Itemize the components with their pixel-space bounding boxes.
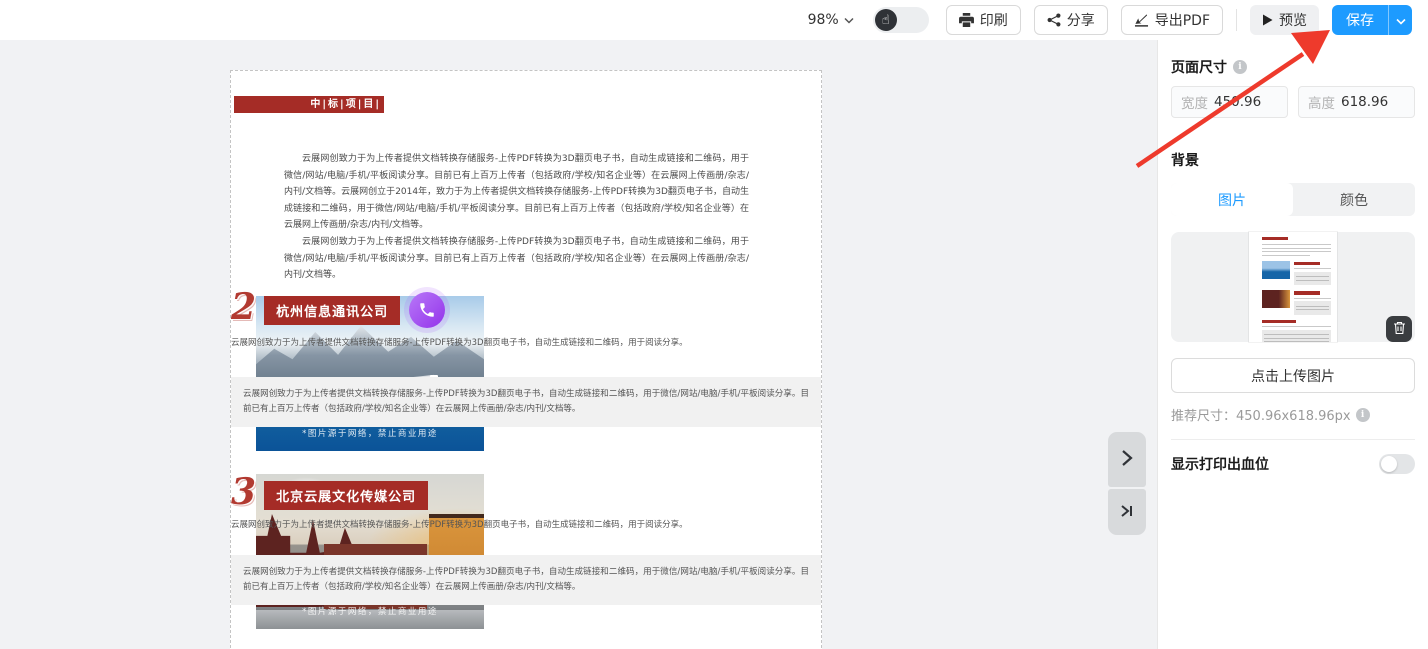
chevron-right-icon <box>1121 449 1133 470</box>
height-label: 高度 <box>1308 92 1335 112</box>
doc-paragraph-1: 云展网创致力于为上传者提供文档转换存储服务-上传PDF转换为3D翻页电子书，自动… <box>284 151 749 234</box>
section-2-lead: 云展网创致力于为上传者提供文档转换存储服务-上传PDF转换为3D翻页电子书，自动… <box>231 335 821 351</box>
printer-icon <box>959 13 974 27</box>
background-thumbnail-page <box>1249 232 1337 342</box>
bleed-setting-row: 显示打印出血位 <box>1171 454 1415 474</box>
doc-header-tag: 中|标|项|目| <box>234 96 384 113</box>
preview-button[interactable]: 预览 <box>1250 5 1319 35</box>
background-section-title: 背景 <box>1171 150 1415 170</box>
info-icon[interactable]: i <box>1356 408 1370 422</box>
section-title: 北京云展文化传媒公司 <box>264 481 428 510</box>
save-button[interactable]: 保存 <box>1332 5 1388 35</box>
section-number: 2 <box>231 289 256 325</box>
background-image-preview[interactable] <box>1171 232 1415 342</box>
section-3-lead: 云展网创致力于为上传者提供文档转换存储服务-上传PDF转换为3D翻页电子书，自动… <box>231 517 821 533</box>
photo-caption: *图片源于网络，禁止商业用途 <box>256 605 484 617</box>
zoom-select[interactable]: 98% <box>808 12 854 28</box>
page-size-label: 页面尺寸 <box>1171 57 1227 77</box>
print-button[interactable]: 印刷 <box>946 5 1021 35</box>
bleed-toggle[interactable] <box>1379 454 1415 474</box>
section-2-body: 云展网创致力于为上传者提供文档转换存储服务-上传PDF转换为3D翻页电子书，自动… <box>231 377 821 427</box>
hand-tool-toggle[interactable]: ☝ <box>873 7 929 33</box>
width-value: 450.96 <box>1214 94 1261 110</box>
section-3-body: 云展网创致力于为上传者提供文档转换存储服务-上传PDF转换为3D翻页电子书，自动… <box>231 555 821 605</box>
width-label: 宽度 <box>1181 92 1208 112</box>
phone-icon <box>404 287 450 333</box>
export-icon <box>1134 13 1149 27</box>
doc-paragraph-2: 云展网创致力于为上传者提供文档转换存储服务-上传PDF转换为3D翻页电子书，自动… <box>284 234 749 284</box>
save-dropdown-button[interactable] <box>1388 5 1412 35</box>
upload-image-button[interactable]: 点击上传图片 <box>1171 358 1415 393</box>
preview-label: 预览 <box>1279 10 1307 30</box>
tab-image[interactable]: 图片 <box>1171 183 1293 216</box>
chevron-down-icon <box>1396 13 1406 28</box>
delete-background-button[interactable] <box>1386 316 1412 342</box>
share-button[interactable]: 分享 <box>1034 5 1108 35</box>
toolbar-divider <box>1236 9 1237 31</box>
sidebar-divider <box>1171 439 1415 440</box>
right-sidebar: 页面尺寸 i 宽度 450.96 高度 618.96 背景 图片 颜色 <box>1157 40 1428 649</box>
photo-caption: *图片源于网络，禁止商业用途 <box>256 427 484 439</box>
background-label: 背景 <box>1171 150 1199 170</box>
background-tabs: 图片 颜色 <box>1171 183 1415 216</box>
width-input[interactable]: 宽度 450.96 <box>1171 86 1288 118</box>
page-size-section-title: 页面尺寸 i <box>1171 57 1415 77</box>
editor-canvas[interactable]: 中|标|项|目| 云展网创致力于为上传者提供文档转换存储服务-上传PDF转换为3… <box>0 40 1157 649</box>
tab-color[interactable]: 颜色 <box>1293 183 1415 216</box>
document-page[interactable]: 中|标|项|目| 云展网创致力于为上传者提供文档转换存储服务-上传PDF转换为3… <box>230 70 822 649</box>
bleed-label: 显示打印出血位 <box>1171 454 1269 474</box>
play-icon <box>1262 14 1273 26</box>
last-page-button[interactable] <box>1108 489 1146 535</box>
save-split-button: 保存 <box>1332 5 1412 35</box>
section-number: 3 <box>231 474 256 510</box>
toggle-knob <box>1381 456 1397 472</box>
chevron-down-icon <box>844 12 854 28</box>
hand-icon: ☝ <box>875 9 897 31</box>
section-title: 杭州信息通讯公司 <box>264 296 400 325</box>
share-icon <box>1047 13 1061 27</box>
top-toolbar: 98% ☝ 印刷 分享 导出PDF 预览 保存 <box>0 0 1428 40</box>
print-label: 印刷 <box>980 10 1008 30</box>
next-page-button[interactable] <box>1108 432 1146 487</box>
trash-icon <box>1393 321 1406 338</box>
section-2-header: 2 杭州信息通讯公司 <box>231 289 821 333</box>
info-icon[interactable]: i <box>1233 60 1247 74</box>
height-input[interactable]: 高度 618.96 <box>1298 86 1415 118</box>
recommended-size: 推荐尺寸：450.96x618.96px i <box>1171 405 1415 424</box>
export-pdf-button[interactable]: 导出PDF <box>1121 5 1223 35</box>
recommended-size-text: 推荐尺寸：450.96x618.96px <box>1171 405 1351 424</box>
page-navigation <box>1108 432 1146 535</box>
dimension-inputs: 宽度 450.96 高度 618.96 <box>1171 86 1415 118</box>
share-label: 分享 <box>1067 10 1095 30</box>
height-value: 618.96 <box>1341 94 1388 110</box>
export-pdf-label: 导出PDF <box>1155 10 1210 30</box>
section-3-header: 3 北京云展文化传媒公司 <box>231 474 821 510</box>
chevron-end-icon <box>1120 504 1134 521</box>
zoom-value: 98% <box>808 12 839 28</box>
